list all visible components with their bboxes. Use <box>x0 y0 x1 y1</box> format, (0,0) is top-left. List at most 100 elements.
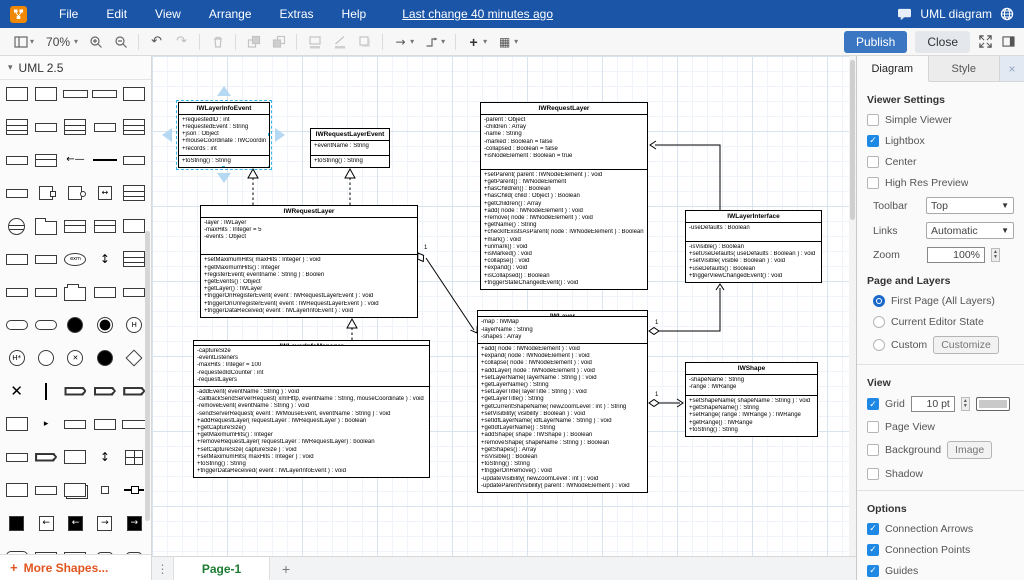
shape-chevron-label[interactable] <box>61 383 90 399</box>
shape-square-port[interactable] <box>31 185 60 201</box>
radio-custom[interactable] <box>873 339 885 351</box>
shape-label-wide[interactable] <box>90 86 119 102</box>
fullscreen-icon[interactable] <box>978 34 993 49</box>
comments-icon[interactable] <box>897 8 912 21</box>
class-iwlayerinfomanager[interactable]: IWLayerInfoManager-captureSize-eventList… <box>193 340 430 478</box>
palette-scrollbar[interactable] <box>145 231 150 521</box>
shape-oval[interactable]: exm <box>61 251 90 267</box>
canvas-vertical-scrollbar[interactable] <box>849 56 856 556</box>
more-shapes-button[interactable]: + More Shapes... <box>0 554 151 580</box>
checkbox-background[interactable] <box>867 444 879 456</box>
shape-tiny-marker[interactable]: ▸ <box>31 416 60 432</box>
shape-class3[interactable] <box>120 185 149 201</box>
shape-vbar[interactable] <box>31 383 60 399</box>
class-iwrequestlayer[interactable]: IWRequestLayer-layer : IWLayer-maxHits :… <box>200 205 418 318</box>
class-iwlayerinterface[interactable]: IWLayerInterface-useDefaults : Boolean-i… <box>685 210 822 283</box>
checkbox-simple-viewer[interactable] <box>867 114 879 126</box>
globe-icon[interactable] <box>1000 7 1014 21</box>
shape-fork[interactable]: ↕ <box>90 449 119 465</box>
shape-label[interactable] <box>31 251 60 267</box>
toolbar-select[interactable]: Top▼ <box>926 197 1014 214</box>
class-iwrequestlayer[interactable]: IWRequestLayer-parent : Object-children … <box>480 102 648 290</box>
grid-color-swatch[interactable] <box>976 397 1010 411</box>
menu-view[interactable]: View <box>141 3 195 25</box>
direction-arrow-right[interactable] <box>275 128 285 142</box>
shape-pill-badge[interactable] <box>2 548 31 554</box>
undo-button[interactable]: ↶ <box>144 31 169 52</box>
links-select[interactable]: Automatic▼ <box>926 222 1014 239</box>
shape-hline-arrow[interactable]: ←— <box>61 152 90 168</box>
menu-extras[interactable]: Extras <box>266 3 328 25</box>
shape-label2[interactable] <box>90 416 119 432</box>
shape-label[interactable] <box>2 284 31 300</box>
shape-circle-empty[interactable] <box>31 350 60 366</box>
checkbox-shadow[interactable] <box>867 468 879 480</box>
menu-edit[interactable]: Edit <box>92 3 141 25</box>
shape-label[interactable] <box>120 152 149 168</box>
connection-style-button[interactable]: →▾ <box>388 31 419 52</box>
menu-arrange[interactable]: Arrange <box>195 3 266 25</box>
format-panel-toggle-icon[interactable] <box>1001 34 1016 49</box>
button-customize[interactable]: Customize <box>933 336 999 354</box>
shape-class2[interactable] <box>31 152 60 168</box>
selection-handle[interactable] <box>267 165 270 168</box>
shape-note[interactable] <box>61 449 90 465</box>
page-tab-page-1[interactable]: Page-1 <box>174 557 270 580</box>
publish-button[interactable]: Publish <box>844 31 907 53</box>
direction-arrow-down[interactable] <box>217 173 231 183</box>
view-panel-button[interactable]: ▾ <box>8 31 39 52</box>
class-iwlayer[interactable]: IWLayer-map : IWMap-layerName : String-s… <box>477 310 648 493</box>
checkbox-grid[interactable]: ✓ <box>867 398 879 410</box>
shape-rect[interactable] <box>2 482 31 498</box>
shape-label[interactable] <box>2 152 31 168</box>
selection-handle[interactable] <box>178 165 180 168</box>
stepper-icon[interactable]: ▲▼ <box>961 397 970 411</box>
shape-square-arrow-right[interactable]: → <box>90 515 119 531</box>
class-iwshape[interactable]: IWShape-shapeName : String-range : IWRan… <box>685 362 818 437</box>
shape-circle-ring[interactable] <box>90 317 119 333</box>
zoom-input[interactable]: 100% <box>927 247 985 263</box>
insert-button[interactable]: +▾ <box>461 31 492 52</box>
shape-class3[interactable] <box>2 119 31 135</box>
checkbox-guides[interactable]: ✓ <box>867 565 879 577</box>
button-image[interactable]: Image <box>947 441 992 459</box>
radio-current-editor-state[interactable] <box>873 316 885 328</box>
selection-handle[interactable] <box>178 132 180 137</box>
shape-label[interactable] <box>2 449 31 465</box>
selection-handle[interactable] <box>178 102 180 104</box>
class-iwrequestlayerevent[interactable]: IWRequestLayerEvent+eventName : String+t… <box>310 128 390 168</box>
shape-tab-box[interactable] <box>61 284 90 300</box>
shape-circle-x[interactable]: ✕ <box>61 350 90 366</box>
selection-handle[interactable] <box>221 165 226 168</box>
selection-handle[interactable] <box>267 102 270 104</box>
zoom-in-button[interactable] <box>83 31 108 52</box>
shape-chevron-label[interactable] <box>31 449 60 465</box>
shape-label[interactable] <box>61 416 90 432</box>
direction-arrow-left[interactable] <box>162 128 172 142</box>
shape-class2[interactable] <box>90 218 119 234</box>
zoom-level-button[interactable]: 70%▾ <box>39 32 83 52</box>
checkbox-center[interactable] <box>867 156 879 168</box>
shape-circle-filled[interactable] <box>90 350 119 366</box>
shape-label[interactable] <box>90 119 119 135</box>
menu-help[interactable]: Help <box>328 3 381 25</box>
shape-square-arrow-left[interactable]: ← <box>31 515 60 531</box>
shape-label[interactable] <box>31 284 60 300</box>
shape-class3[interactable] <box>120 119 149 135</box>
checkbox-high-res-preview[interactable] <box>867 177 879 189</box>
shape-hline[interactable] <box>90 152 119 168</box>
stepper-icon[interactable]: ▲▼ <box>991 248 1000 262</box>
shape-square-circle[interactable] <box>61 185 90 201</box>
shape-label[interactable] <box>31 119 60 135</box>
shape-circle-detail[interactable] <box>2 218 31 234</box>
shape-label2[interactable] <box>90 284 119 300</box>
shape-label[interactable] <box>2 185 31 201</box>
shape-class2[interactable] <box>61 218 90 234</box>
shape-folder[interactable] <box>31 218 60 234</box>
close-panel-icon[interactable]: × <box>1000 56 1024 81</box>
menu-file[interactable]: File <box>45 3 92 25</box>
selection-handle[interactable] <box>267 132 270 137</box>
shape-tiny-sq[interactable] <box>90 482 119 498</box>
shape-circle-filled[interactable] <box>61 317 90 333</box>
add-page-button[interactable]: + <box>270 557 302 580</box>
